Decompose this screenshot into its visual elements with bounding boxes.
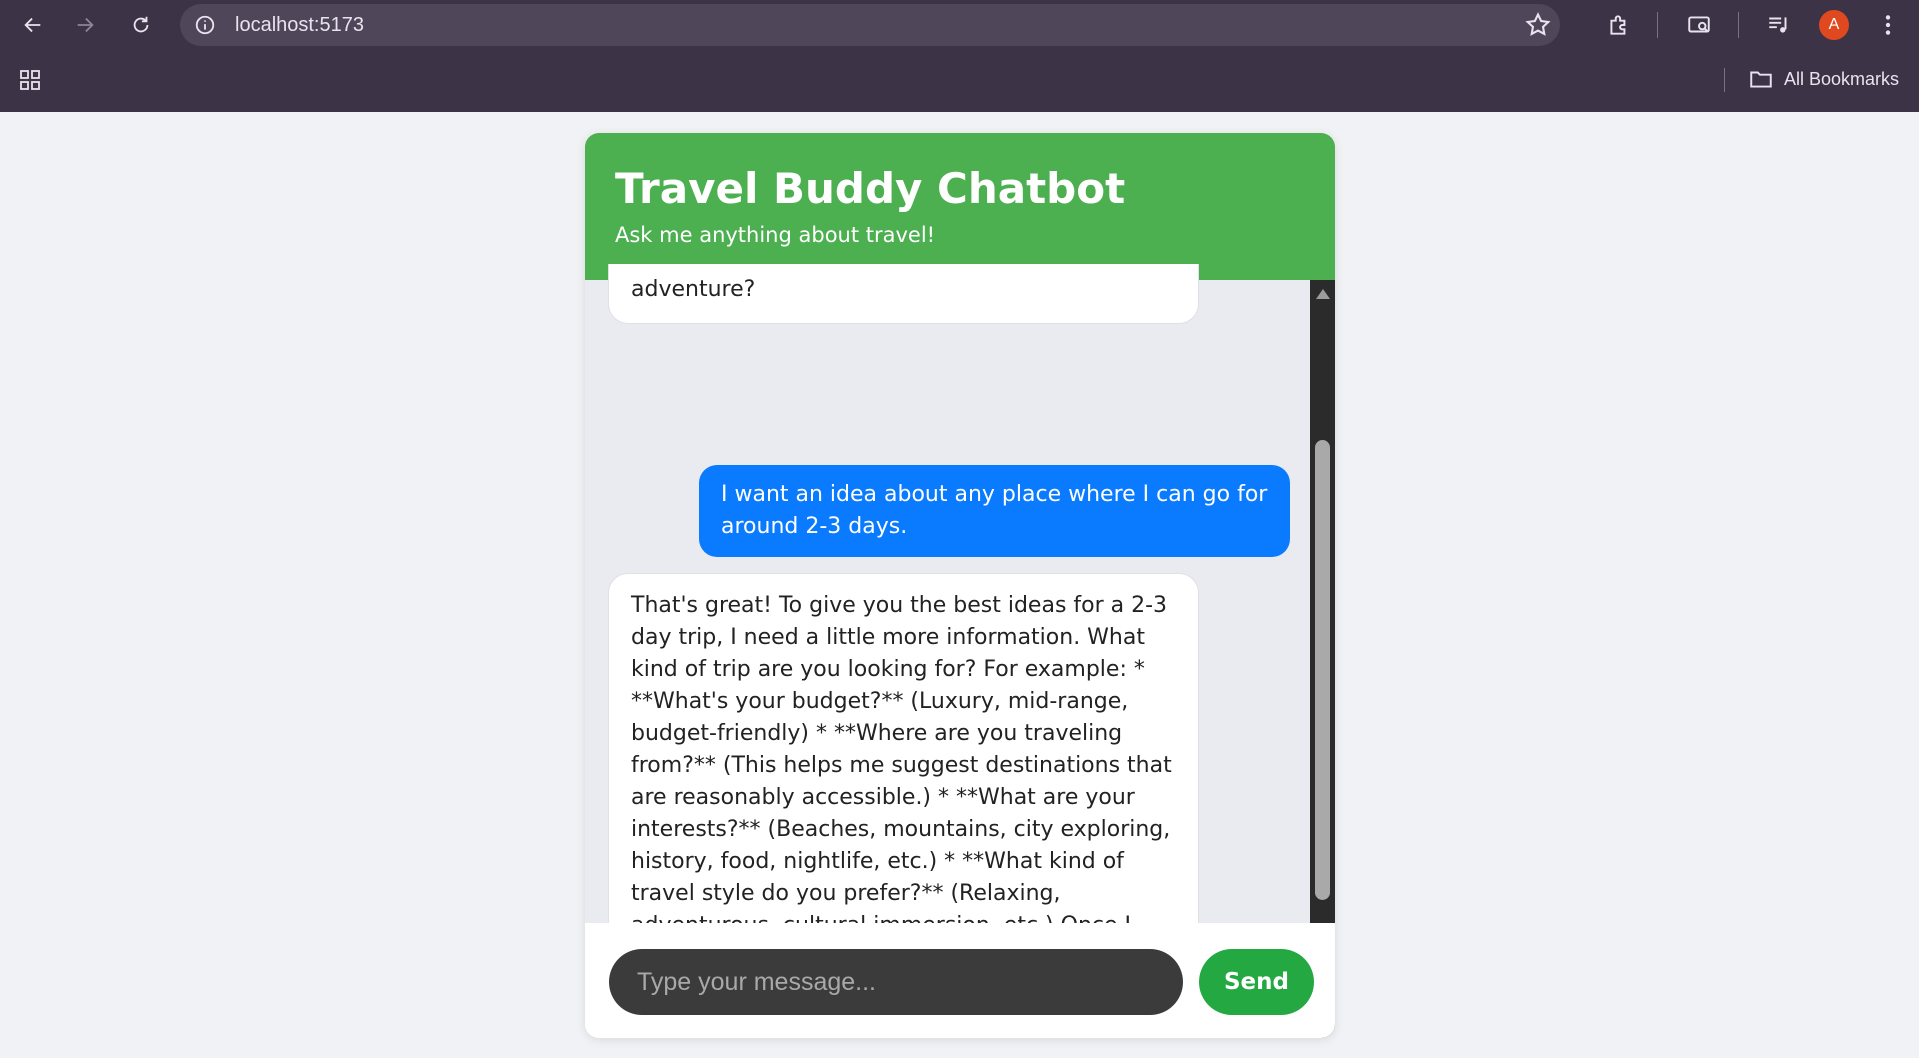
profile-avatar[interactable]: A — [1819, 10, 1849, 40]
bookmarks-bar: All Bookmarks — [0, 58, 1919, 102]
arrow-right-icon — [77, 17, 94, 33]
toolbar-divider — [1738, 12, 1739, 38]
playlist-music-icon — [1769, 17, 1787, 33]
extensions-button[interactable] — [1603, 9, 1635, 41]
message-text: I want an idea about any place where I c… — [721, 482, 1268, 539]
puzzle-icon — [1610, 15, 1626, 35]
bookmarks-divider — [1724, 68, 1725, 92]
info-icon[interactable] — [194, 14, 216, 36]
all-bookmarks-button[interactable]: All Bookmarks — [1748, 66, 1899, 92]
all-bookmarks-label: All Bookmarks — [1784, 68, 1900, 89]
scroll-up-arrow[interactable] — [1316, 289, 1330, 299]
url-text: localhost:5173 — [235, 14, 364, 36]
arrow-left-icon — [24, 17, 41, 33]
browser-menu-button[interactable] — [1872, 9, 1904, 41]
toolbar-divider — [1657, 12, 1658, 38]
address-bar[interactable]: localhost:5173 — [180, 4, 1560, 46]
back-button[interactable] — [14, 6, 52, 44]
chat-header: Travel Buddy Chatbot Ask me anything abo… — [585, 133, 1335, 280]
user-message: I want an idea about any place where I c… — [699, 465, 1290, 557]
reload-icon — [133, 16, 149, 33]
message-input[interactable] — [609, 949, 1183, 1015]
reload-button[interactable] — [122, 6, 160, 44]
screen-search-icon — [1688, 16, 1710, 33]
bookmark-star-icon[interactable] — [1524, 11, 1552, 39]
message-composer: Send — [585, 923, 1335, 1038]
bot-message: adventure? — [608, 264, 1199, 324]
folder-icon — [1750, 71, 1772, 88]
send-button[interactable]: Send — [1199, 949, 1314, 1015]
chat-title: Travel Buddy Chatbot — [615, 164, 1126, 213]
message-text: adventure? — [631, 277, 756, 302]
apps-grid-icon[interactable] — [18, 68, 42, 92]
forward-button[interactable] — [66, 6, 104, 44]
more-vertical-icon — [1885, 15, 1891, 35]
media-controls-button[interactable] — [1763, 9, 1795, 41]
chat-subtitle: Ask me anything about travel! — [615, 223, 936, 247]
scroll-thumb[interactable] — [1315, 440, 1330, 900]
browser-toolbar: localhost:5173 A — [0, 0, 1919, 50]
cast-search-button[interactable] — [1683, 9, 1715, 41]
chatbot-window: Travel Buddy Chatbot Ask me anything abo… — [585, 133, 1335, 1038]
browser-chrome: localhost:5173 A All Bookmarks — [0, 0, 1919, 112]
